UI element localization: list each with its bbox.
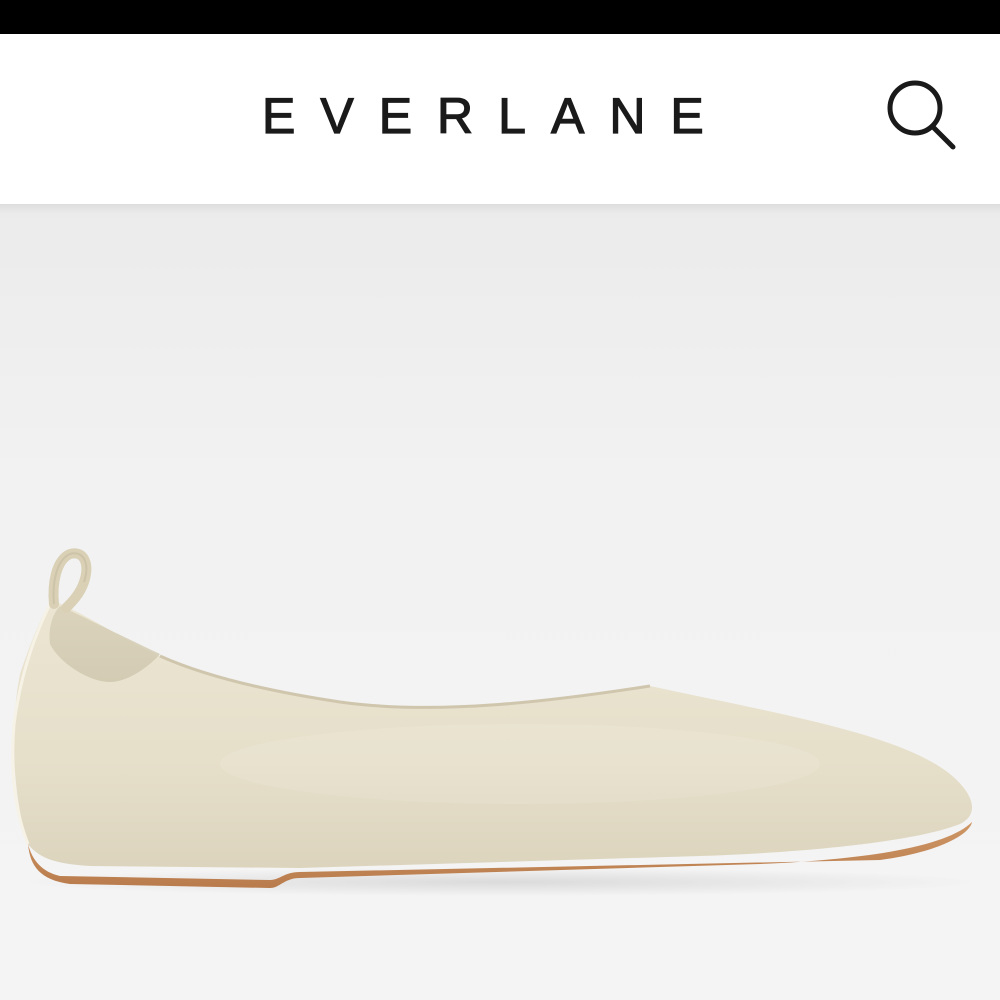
brand-logo[interactable]: EVERLANE bbox=[261, 86, 732, 146]
site-header: EVERLANE bbox=[0, 34, 1000, 204]
header-divider bbox=[0, 204, 1000, 214]
product-hero bbox=[0, 204, 1000, 1000]
status-bar bbox=[0, 0, 1000, 34]
product-image[interactable] bbox=[0, 204, 1000, 1000]
heel-pull-tab bbox=[48, 548, 92, 613]
search-icon bbox=[887, 80, 956, 150]
search-button[interactable] bbox=[880, 72, 962, 154]
